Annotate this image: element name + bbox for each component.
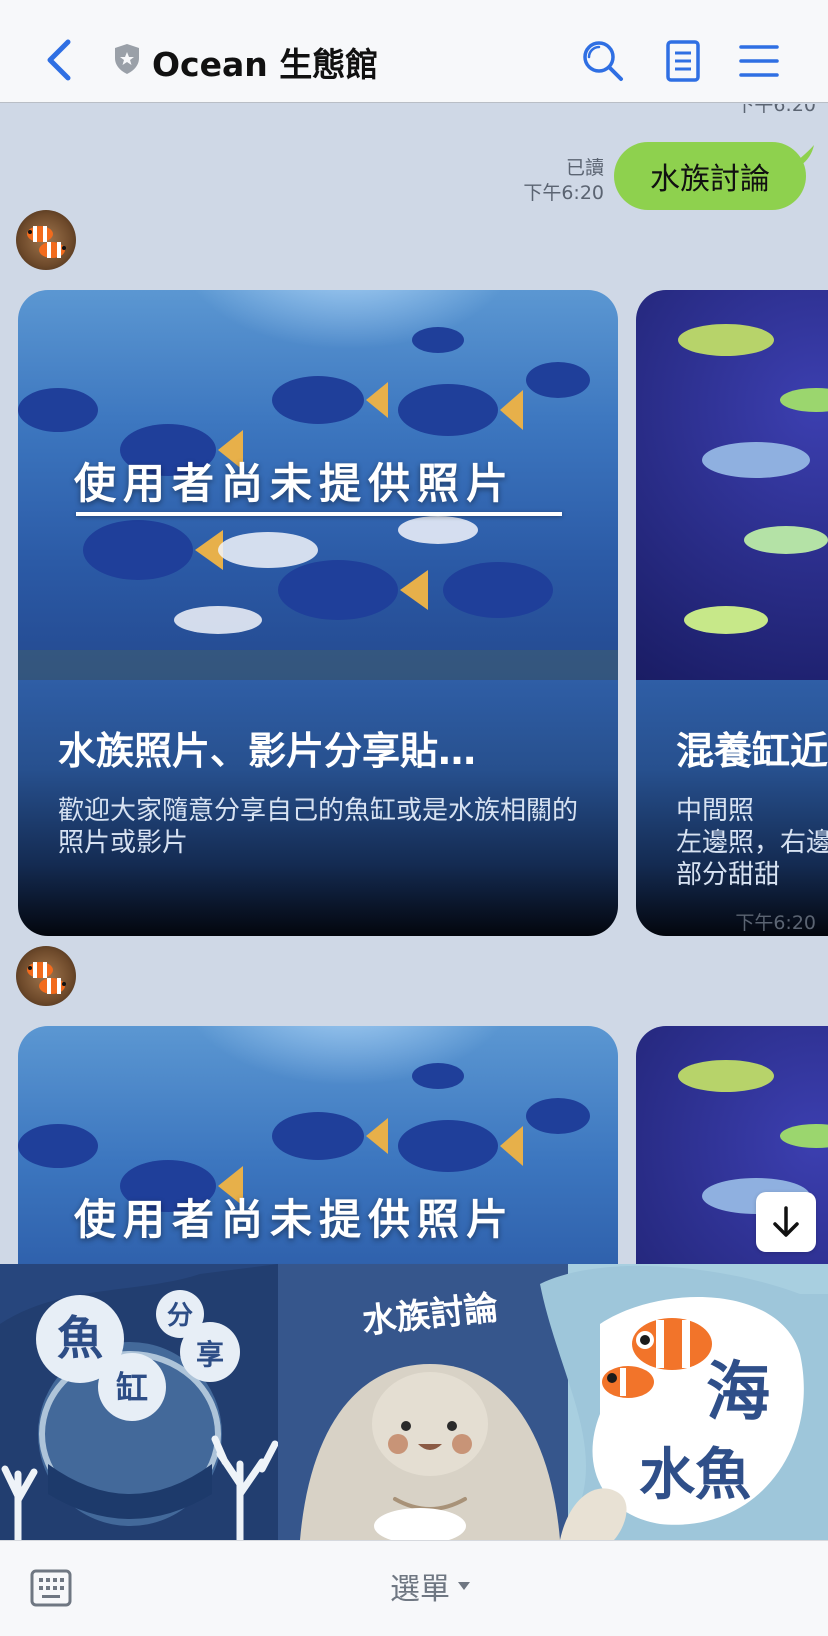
message-timestamp: 下午6:20 — [735, 912, 816, 934]
no-photo-caption: 使用者尚未提供照片 — [74, 459, 516, 508]
description-line: 部分甜甜 — [676, 860, 781, 890]
notes-button[interactable] — [660, 38, 706, 84]
keyboard-icon — [30, 1569, 72, 1607]
bubble-tail — [790, 145, 814, 166]
bottom-bar: 選單 — [0, 1540, 828, 1636]
search-icon — [583, 41, 623, 81]
card-title: 混養缸近 — [676, 729, 828, 773]
back-button[interactable] — [40, 38, 80, 82]
caret-down-icon — [458, 1582, 470, 1590]
clownfish-avatar-icon — [27, 226, 66, 258]
outgoing-message-bubble[interactable]: 水族討論 — [614, 142, 806, 210]
chat-header: Ocean 生態館 — [0, 0, 828, 103]
card-photo-fish: 使用者尚未提供照片 — [18, 290, 618, 680]
message-timestamp: 下午6:20 — [735, 104, 816, 116]
scroll-to-bottom-button[interactable] — [756, 1192, 816, 1252]
card-description: 歡迎大家隨意分享自己的魚缸或是水族相關的照片或影片 — [58, 796, 579, 858]
read-status: 已讀 下午6:20 — [480, 156, 604, 206]
description-line: 左邊照，右邊 — [676, 828, 828, 858]
card-photo-reef — [636, 290, 828, 680]
rich-menu-tile-1: 魚 — [57, 1311, 103, 1365]
menu-button[interactable] — [736, 38, 782, 84]
menu-toggle-label: 選單 — [390, 1572, 450, 1607]
no-photo-caption: 使用者尚未提供照片 — [74, 1195, 516, 1244]
avatar[interactable] — [16, 210, 76, 270]
notes-icon — [666, 40, 700, 82]
chevron-left-icon — [47, 39, 71, 81]
keyboard-button[interactable] — [30, 1569, 72, 1607]
carousel-card[interactable]: 使用者尚未提供照片 水族照片、影片分享貼… 歡迎大家隨意分享自己的魚缸或是水族相… — [18, 290, 618, 936]
card-body: 水族照片、影片分享貼… 歡迎大家隨意分享自己的魚缸或是水族相關的照片或影片 — [18, 680, 618, 936]
card-photo-fish: 使用者尚未提供照片 — [18, 1026, 618, 1264]
rich-menu-tile-4: 享 — [196, 1338, 224, 1371]
menu-icon — [739, 45, 779, 77]
rich-menu-right-title: 海 — [706, 1356, 770, 1430]
chat-messages[interactable]: 下午6:20 已讀 下午6:20 水族討論 使用者尚未提供照片 水族照片、影片分… — [0, 104, 828, 1264]
caption-underline — [76, 512, 562, 516]
coral-reef-illustration — [678, 324, 828, 634]
card-body: 混養缸近 中間照 左邊照，右邊 部分甜甜 — [636, 680, 828, 936]
rich-menu-tile-3: 分 — [167, 1301, 193, 1331]
rich-menu-right-subtitle: 水魚 — [639, 1443, 751, 1508]
description-line: 中間照 — [676, 796, 755, 826]
rich-menu-toggle-button[interactable]: 選單 — [360, 1561, 500, 1611]
arrow-down-icon — [773, 1206, 799, 1237]
read-label: 已讀 — [565, 157, 604, 179]
message-time: 下午6:20 — [523, 182, 604, 204]
card-title: 水族照片、影片分享貼… — [58, 729, 477, 773]
rich-menu-banner[interactable]: 魚 缸 分 享 水族討論 海 水魚 — [0, 1264, 828, 1540]
carousel-card[interactable]: 混養缸近 中間照 左邊照，右邊 部分甜甜 — [636, 290, 828, 936]
chat-title: Ocean 生態館 — [152, 45, 379, 84]
shield-icon — [115, 44, 139, 74]
clownfish-avatar-icon — [27, 962, 66, 994]
card-description: 中間照 左邊照，右邊 部分甜甜 — [676, 795, 828, 891]
rich-menu-artwork: 魚 缸 分 享 水族討論 海 水魚 — [0, 1264, 828, 1540]
avatar[interactable] — [16, 946, 76, 1006]
search-button[interactable] — [580, 38, 626, 84]
rich-menu-tile-2: 缸 — [116, 1369, 148, 1407]
carousel-card[interactable]: 使用者尚未提供照片 — [18, 1026, 618, 1264]
